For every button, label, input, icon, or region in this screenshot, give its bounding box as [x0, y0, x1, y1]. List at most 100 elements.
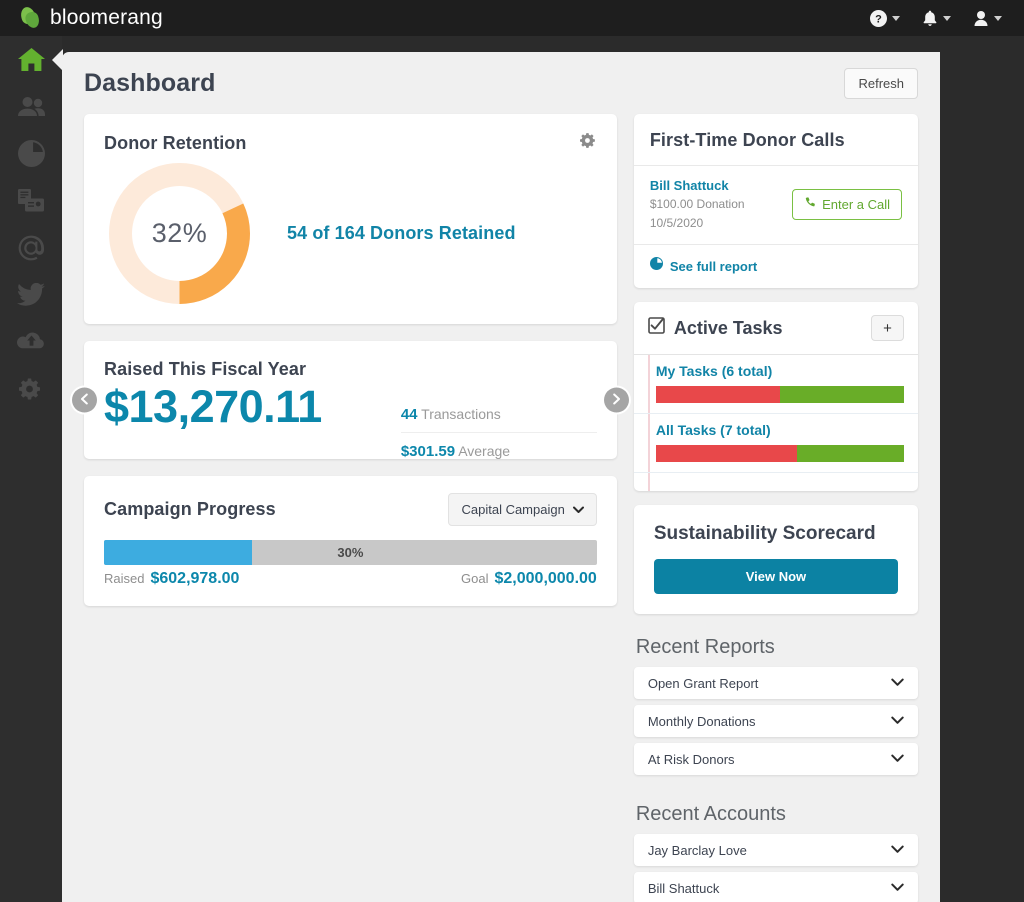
refresh-button[interactable]: Refresh [844, 67, 918, 99]
my-tasks-bar [655, 386, 904, 404]
carousel-next-button[interactable] [603, 387, 629, 413]
first-time-call-row: Bill Shattuck $100.00 Donation 10/5/2020… [633, 166, 918, 246]
cloud-upload-icon [16, 331, 46, 352]
help-menu[interactable]: ? [870, 9, 900, 27]
all-tasks-bar-green [797, 445, 904, 463]
list-item[interactable]: Open Grant Report [633, 667, 918, 700]
sidebar-item-email[interactable] [0, 224, 62, 271]
my-tasks-label[interactable]: My Tasks (6 total) [656, 363, 904, 379]
add-task-button[interactable]: + [871, 315, 904, 342]
dashboard-right-column: First-Time Donor Calls Bill Shattuck $10… [633, 114, 918, 902]
chevron-left-icon [80, 393, 89, 408]
raised-body: $13,270.11 44 Transactions $301.59 Avera… [104, 380, 597, 466]
campaign-raised-label: Raised [104, 571, 145, 586]
enter-a-call-label: Enter a Call [822, 197, 890, 213]
list-item[interactable]: At Risk Donors [633, 743, 918, 776]
chevron-down-icon [994, 15, 1002, 21]
notifications-menu[interactable] [922, 10, 951, 27]
bloomerang-leaf-logo-icon [18, 5, 42, 30]
home-icon [17, 47, 46, 73]
my-tasks-bar-green [779, 386, 904, 404]
all-tasks-bar-red [655, 445, 798, 463]
main-content-panel: Dashboard Refresh Donor Retention 32% 54… [62, 52, 940, 902]
recent-report-label: Open Grant Report [647, 675, 759, 691]
sidebar-item-home[interactable] [0, 36, 63, 83]
user-icon [973, 10, 989, 27]
brand-logo[interactable]: bloomerang [0, 5, 163, 30]
sidebar-item-settings[interactable] [0, 365, 62, 412]
sidebar-item-constituents[interactable] [0, 83, 62, 130]
raised-title: Raised This Fiscal Year [104, 359, 307, 379]
all-tasks-block: All Tasks (7 total) [633, 414, 918, 474]
sidebar-item-import[interactable] [0, 318, 62, 365]
at-sign-icon [17, 234, 45, 262]
account-menu[interactable] [973, 10, 1002, 27]
help-circle-icon: ? [870, 9, 887, 27]
first-time-call-details: Bill Shattuck $100.00 Donation 10/5/2020 [650, 178, 745, 231]
gear-icon [19, 377, 43, 401]
recent-account-label: Jay Barclay Love [647, 842, 747, 858]
view-now-button[interactable]: View Now [653, 559, 898, 595]
chevron-down-icon[interactable] [891, 712, 904, 730]
first-time-calls-title: First-Time Donor Calls [649, 130, 845, 150]
active-tasks-title: Active Tasks [673, 317, 783, 338]
campaign-progress-bar: 30% [104, 540, 597, 565]
enter-a-call-button[interactable]: Enter a Call [792, 189, 902, 221]
chevron-down-icon[interactable] [891, 879, 904, 897]
raised-fiscal-year-card: Raised This Fiscal Year $13,270.11 44 Tr… [72, 341, 629, 460]
list-item[interactable]: Monthly Donations [633, 705, 918, 738]
recent-reports-heading: Recent Reports [635, 636, 775, 659]
see-full-report-link[interactable]: See full report [634, 245, 918, 288]
carousel-prev-button[interactable] [72, 387, 97, 413]
list-item[interactable]: Jay Barclay Love [633, 834, 918, 867]
campaign-progress-percent: 30% [337, 545, 364, 560]
donor-retention-percent: 32% [151, 218, 208, 248]
campaign-raised-value: $602,978.00 [150, 570, 240, 587]
average-value: $301.59 [400, 443, 456, 460]
chevron-down-icon[interactable] [891, 841, 904, 859]
average-stat: $301.59 Average [401, 433, 597, 466]
dashboard-left-column: Donor Retention 32% 54 of 164 Donors Ret… [72, 114, 629, 902]
list-item[interactable]: Bill Shattuck [633, 872, 918, 902]
phone-icon [804, 197, 816, 212]
chevron-down-icon[interactable] [891, 750, 904, 768]
chevron-down-icon [892, 15, 900, 21]
active-tasks-footer [634, 473, 918, 492]
campaign-progress-card: Campaign Progress Capital Campaign 30% R… [84, 476, 617, 606]
campaign-select[interactable]: Capital Campaign [448, 493, 597, 526]
recent-reports-section: Recent Reports Open Grant Report Monthly… [633, 628, 918, 781]
donation-date: 10/5/2020 [649, 216, 704, 231]
gear-icon[interactable] [579, 132, 597, 154]
sidebar-item-social[interactable] [0, 271, 62, 318]
transactions-value: 44 [400, 406, 418, 423]
pie-chart-icon [17, 140, 45, 167]
donor-retention-body: 32% 54 of 164 Donors Retained [104, 162, 597, 305]
see-full-report-label: See full report [669, 258, 758, 274]
sustainability-scorecard-card: Sustainability Scorecard View Now [633, 505, 918, 615]
sidebar-item-reports[interactable] [0, 130, 62, 177]
twitter-bird-icon [17, 283, 45, 306]
application-window: bloomerang ? Dashboard Refresh Donor Ret… [0, 0, 1024, 902]
my-tasks-bar-red [655, 386, 780, 404]
campaign-goal-label: Goal [461, 571, 489, 586]
active-tasks-card: Active Tasks + My Tasks (6 total) All Ta… [633, 302, 918, 492]
sidebar-item-letters[interactable] [0, 177, 62, 224]
chevron-down-icon [943, 15, 951, 21]
campaign-raised: Raised $602,978.00 [104, 570, 239, 588]
campaign-progress-header: Campaign Progress Capital Campaign [104, 493, 597, 526]
donor-retention-donut-chart: 32% [108, 162, 251, 305]
campaign-goal-value: $2,000,000.00 [494, 570, 597, 587]
donor-name-link[interactable]: Bill Shattuck [650, 178, 745, 193]
donation-amount: $100.00 Donation [649, 197, 745, 211]
all-tasks-label[interactable]: All Tasks (7 total) [656, 422, 904, 438]
campaign-progress-footer: Raised $602,978.00 Goal $2,000,000.00 [104, 570, 597, 588]
top-navigation-bar: bloomerang ? [0, 0, 1024, 36]
page-title: Dashboard [84, 68, 216, 97]
top-bar-actions: ? [870, 9, 1024, 27]
donor-retention-summary: 54 of 164 Donors Retained [287, 223, 516, 243]
page-header: Dashboard Refresh [62, 52, 940, 114]
chevron-down-icon[interactable] [891, 674, 904, 692]
recent-accounts-heading: Recent Accounts [635, 803, 786, 826]
recent-report-label: At Risk Donors [647, 751, 735, 767]
people-icon [17, 96, 46, 118]
